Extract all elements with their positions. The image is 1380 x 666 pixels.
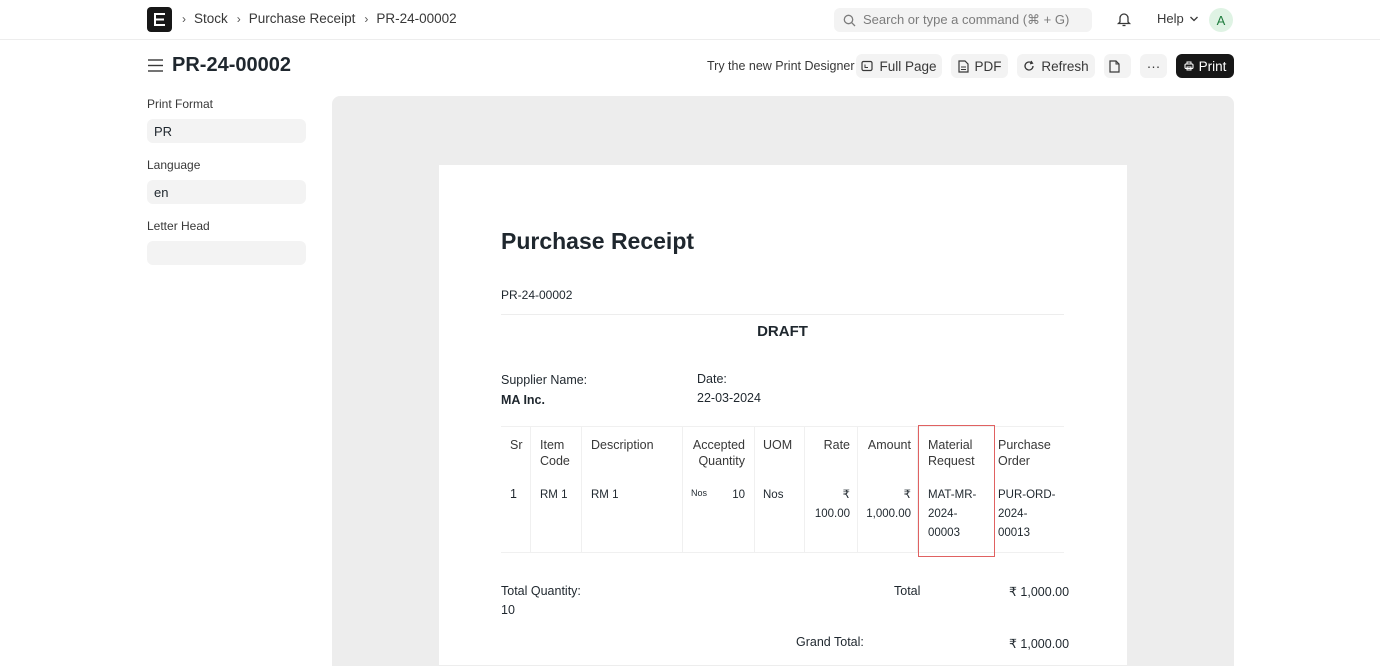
search-placeholder: Search or type a command (⌘ + G)	[863, 12, 1070, 27]
chevron-right-icon: ›	[364, 11, 369, 26]
language-select[interactable]: en	[147, 180, 306, 204]
header-description: Description	[591, 438, 654, 452]
app-logo[interactable]	[147, 7, 172, 32]
cell-sr: 1	[510, 487, 517, 501]
cell-amount: ₹ 1,000.00	[858, 486, 911, 524]
refresh-icon	[1024, 60, 1035, 71]
erpnext-logo-icon	[154, 13, 165, 26]
pdf-button[interactable]: PDF	[951, 54, 1008, 78]
print-settings-sidebar: Print Format PR Language en Letter Head	[147, 97, 306, 280]
language-label: Language	[147, 158, 201, 172]
cell-item-code: RM 1	[540, 489, 568, 501]
notifications-button[interactable]	[1116, 11, 1132, 33]
header-purchase-order: Purchase Order	[998, 437, 1051, 469]
total-label: Total	[894, 584, 921, 598]
printer-icon	[1184, 61, 1194, 71]
header-item-code: Item Code	[540, 437, 570, 469]
print-format-select[interactable]: PR	[147, 119, 306, 143]
total-value: ₹ 1,000.00	[1009, 585, 1070, 599]
cell-purchase-order-line: PUR-ORD-	[998, 489, 1056, 501]
full-page-label: Full Page	[879, 58, 937, 74]
header-item-code-line: Code	[540, 454, 570, 468]
expand-icon	[861, 60, 874, 72]
cell-purchase-order: PUR-ORD- 2024- 00013	[998, 486, 1056, 543]
header-accepted-qty-line: Accepted	[692, 438, 745, 452]
menu-icon	[148, 59, 163, 72]
chevron-right-icon: ›	[182, 11, 186, 26]
date-label: Date:	[697, 372, 727, 386]
header-purchase-order-line: Order	[998, 454, 1030, 468]
letter-head-select[interactable]	[147, 241, 306, 265]
header-purchase-order-line: Purchase	[998, 438, 1051, 452]
header-rate: Rate	[823, 438, 850, 452]
cell-description: RM 1	[591, 489, 619, 501]
print-button[interactable]: Print	[1176, 54, 1234, 78]
document-title: Purchase Receipt	[501, 228, 695, 254]
print-label: Print	[1198, 58, 1227, 74]
page-title: PR-24-00002	[172, 54, 291, 76]
cell-uom: Nos	[763, 489, 784, 501]
more-actions-button[interactable]: ···	[1140, 54, 1167, 78]
breadcrumb-purchase-receipt[interactable]: Purchase Receipt	[249, 11, 356, 26]
cell-rate-currency: ₹	[842, 489, 850, 501]
avatar[interactable]: A	[1209, 8, 1233, 32]
divider	[501, 314, 1064, 315]
refresh-label: Refresh	[1041, 58, 1089, 74]
breadcrumb: › Stock › Purchase Receipt › PR-24-00002	[182, 11, 466, 26]
header-item-code-line: Item	[540, 438, 565, 452]
print-format-label: Print Format	[147, 97, 214, 111]
status-badge: DRAFT	[757, 323, 808, 340]
cell-rate: ₹ 100.00	[805, 486, 850, 524]
cell-rate-value: 100.00	[814, 508, 850, 520]
search-input[interactable]: Search or type a command (⌘ + G)	[834, 8, 1092, 32]
full-page-button[interactable]: Full Page	[856, 54, 942, 78]
cell-accepted-qty: 10	[732, 489, 745, 501]
supplier-value: MA Inc.	[501, 393, 545, 407]
chevron-right-icon: ›	[236, 11, 241, 26]
try-print-designer-link[interactable]: Try the new Print Designer	[707, 59, 855, 73]
cell-purchase-order-line: 2024-	[998, 508, 1028, 520]
navbar: › Stock › Purchase Receipt › PR-24-00002…	[0, 0, 1380, 40]
breadcrumb-current-doc[interactable]: PR-24-00002	[376, 11, 456, 26]
header-accepted-qty-line: Quantity	[698, 454, 745, 468]
search-icon	[843, 14, 856, 26]
header-sr: Sr	[510, 438, 523, 452]
new-document-button[interactable]	[1104, 54, 1131, 78]
date-value: 22-03-2024	[697, 391, 761, 405]
supplier-label: Supplier Name:	[501, 373, 588, 387]
grand-total-value: ₹ 1,000.00	[1009, 637, 1070, 651]
help-dropdown[interactable]: Help	[1157, 11, 1199, 26]
help-label: Help	[1157, 11, 1184, 26]
cell-purchase-order-line: 00013	[998, 527, 1030, 539]
document-name: PR-24-00002	[501, 288, 573, 302]
total-quantity-label: Total Quantity:	[501, 584, 581, 598]
header-amount: Amount	[867, 438, 911, 452]
file-icon	[957, 59, 969, 73]
header-accepted-qty: Accepted Quantity	[683, 437, 745, 469]
document-icon	[1109, 59, 1120, 73]
cell-amount-value: 1,000.00	[866, 508, 911, 520]
grand-total-label: Grand Total:	[796, 635, 864, 649]
pdf-label: PDF	[974, 58, 1002, 74]
letter-head-label: Letter Head	[147, 219, 210, 233]
bell-icon	[1116, 13, 1132, 27]
cell-amount-currency: ₹	[903, 489, 911, 501]
page-head: PR-24-00002 Try the new Print Designer F…	[0, 41, 1380, 91]
sidebar-toggle[interactable]	[148, 59, 163, 77]
chevron-down-icon	[1189, 16, 1198, 21]
more-icon: ···	[1146, 58, 1161, 74]
breadcrumb-stock[interactable]: Stock	[194, 11, 228, 26]
total-quantity-value: 10	[501, 603, 515, 617]
refresh-button[interactable]: Refresh	[1017, 54, 1095, 78]
header-uom: UOM	[763, 438, 793, 452]
material-request-column-highlight	[918, 425, 995, 557]
